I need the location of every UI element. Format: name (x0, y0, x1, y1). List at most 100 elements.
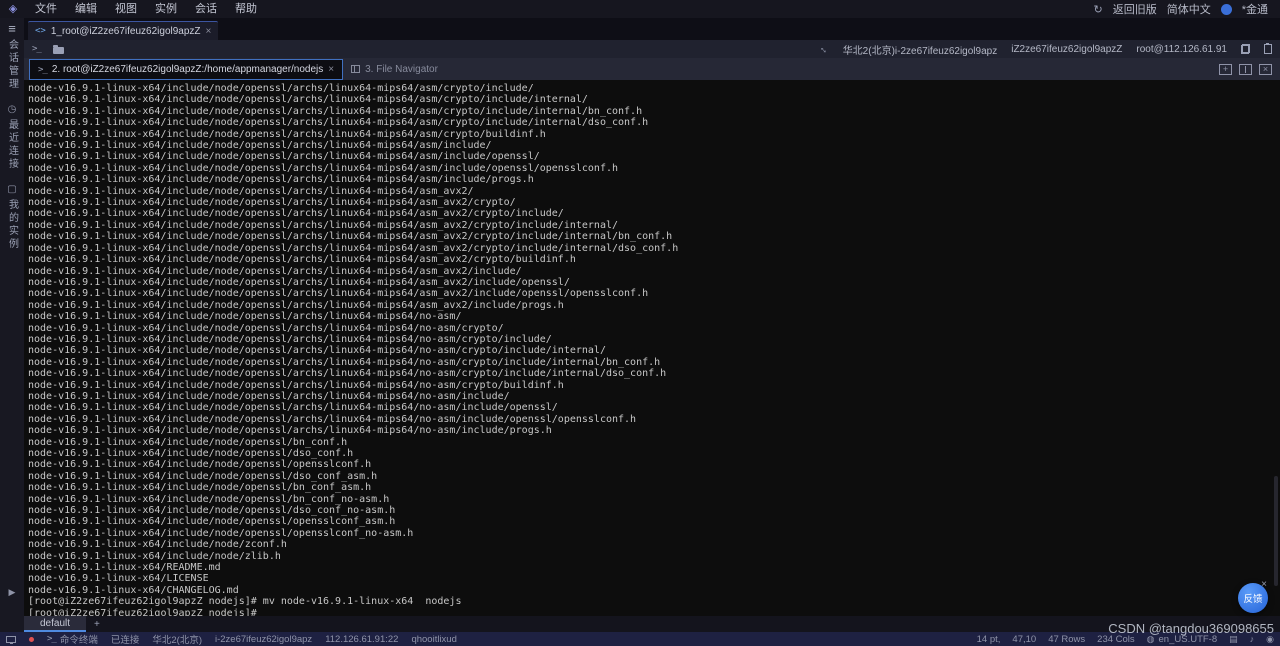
terminal-line: node-v16.9.1-linux-x64/include/node/open… (28, 185, 474, 197)
server-icon: ▢ (7, 184, 17, 195)
terminal-line: node-v16.9.1-linux-x64/include/node/open… (28, 128, 546, 140)
menu-bar: ◈ 文件 编辑 视图 实例 会话 帮助 ↻ 返回旧版 简体中文 *金通 (0, 0, 1280, 18)
terminal-line: node-v16.9.1-linux-x64/include/node/open… (28, 140, 492, 152)
session-tab-bar: <> 1_root@iZ2ze67ifeuz62igol9apzZ × (24, 18, 1280, 40)
new-tab-icon[interactable]: + (1219, 63, 1232, 75)
terminal-line: node-v16.9.1-linux-x64/include/node/open… (28, 345, 606, 357)
terminal-line: node-v16.9.1-linux-x64/include/node/open… (28, 299, 564, 311)
terminal-line: node-v16.9.1-linux-x64/README.md (28, 562, 221, 574)
terminal-line: node-v16.9.1-linux-x64/include/node/open… (28, 333, 552, 345)
terminal-line: node-v16.9.1-linux-x64/include/node/open… (28, 390, 510, 402)
watermark: CSDN @tangdou369098655 (1108, 621, 1274, 636)
record-indicator-icon (29, 636, 34, 642)
terminal-lines: node-v16.9.1-linux-x64/include/node/open… (28, 83, 1280, 616)
terminal-line: node-v16.9.1-linux-x64/include/node/zlib… (28, 550, 281, 562)
sidebar-item-label: 我的实例 (6, 199, 18, 251)
terminal-line: node-v16.9.1-linux-x64/include/node/open… (28, 311, 462, 323)
split-pane-icon[interactable] (1239, 63, 1252, 75)
app-window: ◈ 文件 编辑 视图 实例 会话 帮助 ↻ 返回旧版 简体中文 *金通 ≡ 会话管理 ◷ … (0, 0, 1280, 646)
terminal-line: node-v16.9.1-linux-x64/include/node/open… (28, 527, 414, 539)
refresh-icon[interactable]: ↻ (1094, 3, 1103, 16)
terminal-line: node-v16.9.1-linux-x64/include/node/open… (28, 265, 522, 277)
terminal-line: node-v16.9.1-linux-x64/include/node/open… (28, 197, 516, 209)
terminal-line: node-v16.9.1-linux-x64/include/node/open… (28, 448, 354, 459)
menu-bar-right: ↻ 返回旧版 简体中文 *金通 (1094, 1, 1280, 17)
terminal-line: node-v16.9.1-linux-x64/include/node/open… (28, 208, 564, 220)
account-name[interactable]: *金通 (1242, 1, 1268, 17)
shell-tab-default[interactable]: default (24, 616, 87, 632)
terminal-line: node-v16.9.1-linux-x64/include/node/open… (28, 83, 534, 94)
terminal-output[interactable]: node-v16.9.1-linux-x64/include/node/open… (24, 80, 1280, 616)
terminal-line: node-v16.9.1-linux-x64/include/node/open… (28, 276, 570, 288)
terminal-line: [root@iZ2ze67ifeuz62igol9apzZ nodejs]# (28, 607, 257, 616)
tabbar-actions: + × (1219, 58, 1280, 80)
fullscreen-icon[interactable]: ↔ (816, 42, 831, 57)
app-logo-icon[interactable]: ◈ (0, 0, 26, 18)
session-tab[interactable]: <> 1_root@iZ2ze67ifeuz62igol9apzZ × (28, 21, 219, 40)
copy-icon[interactable] (1241, 44, 1250, 54)
main-column: <> 1_root@iZ2ze67ifeuz62igol9apzZ × >_ ↔… (24, 18, 1280, 632)
connection-status: 已连接 (110, 635, 140, 646)
menu-item[interactable]: 实例 (146, 0, 186, 18)
monitor-icon[interactable] (6, 635, 16, 644)
close-pane-icon[interactable]: × (1259, 63, 1272, 75)
terminal-tab-3-file-navigator[interactable]: 3. File Navigator (343, 58, 446, 80)
menu-item[interactable]: 编辑 (66, 0, 106, 18)
terminal-line: node-v16.9.1-linux-x64/include/node/open… (28, 379, 564, 391)
close-session-tab-icon[interactable]: × (206, 26, 212, 37)
terminal-line: node-v16.9.1-linux-x64/include/node/open… (28, 516, 396, 528)
terminal-tab-2[interactable]: >_ 2. root@iZ2ze67ifeuz62igol9apzZ:/home… (29, 59, 344, 80)
account-avatar-icon[interactable] (1220, 3, 1232, 15)
menu-items: 文件 编辑 视图 实例 会话 帮助 (26, 0, 266, 18)
close-terminal-tab-icon[interactable]: × (328, 64, 334, 75)
terminal-line: node-v16.9.1-linux-x64/include/node/open… (28, 162, 619, 174)
terminal-icon: >_ (38, 64, 48, 75)
terminal-line: node-v16.9.1-linux-x64/include/node/open… (28, 94, 588, 106)
clock-icon: ◷ (7, 104, 17, 115)
terminal-line: node-v16.9.1-linux-x64/include/node/open… (28, 459, 372, 471)
terminal-scrollbar[interactable] (1274, 476, 1278, 586)
menu-item[interactable]: 帮助 (226, 0, 266, 18)
sidebar-item-label: 最近连接 (6, 119, 18, 171)
sidebar-item-session-management[interactable]: ≡ 会话管理 (5, 22, 20, 91)
terminal-line: node-v16.9.1-linux-x64/include/node/open… (28, 470, 378, 482)
language-selector[interactable]: 简体中文 (1167, 1, 1211, 17)
add-shell-tab-icon[interactable]: + (86, 616, 108, 632)
clipboard-icon[interactable] (1264, 43, 1272, 54)
status-rows: 47 Rows (1048, 633, 1086, 645)
terminal-line: node-v16.9.1-linux-x64/include/node/open… (28, 288, 649, 300)
code-brackets-icon: <> (35, 26, 46, 36)
status-instance-id: i-2ze67ifeuz62igol9apz (215, 633, 313, 645)
toolbar-right: ↔ 华北2(北京)i-2ze67ifeuz62igol9apz iZ2ze67i… (816, 42, 1272, 57)
terminal-line: node-v16.9.1-linux-x64/include/node/open… (28, 356, 661, 368)
region-instance-label: 华北2(北京)i-2ze67ifeuz62igol9apz (842, 45, 998, 57)
terminal-line: node-v16.9.1-linux-x64/include/node/open… (28, 413, 637, 425)
terminal-line: node-v16.9.1-linux-x64/include/node/open… (28, 105, 643, 117)
status-font-size[interactable]: 14 pt, (977, 634, 1001, 645)
menu-item[interactable]: 文件 (26, 0, 66, 18)
session-tab-label: 1_root@iZ2ze67ifeuz62igol9apzZ (50, 25, 201, 37)
user-host-label: root@112.126.61.91 (1136, 43, 1227, 55)
terminal-line: node-v16.9.1-linux-x64/include/node/open… (28, 493, 390, 505)
terminal-line: node-v16.9.1-linux-x64/include/node/open… (28, 242, 679, 254)
menu-item[interactable]: 视图 (106, 0, 146, 18)
terminal-line: node-v16.9.1-linux-x64/include/node/open… (28, 174, 534, 186)
terminal-tab-label: 2. root@iZ2ze67ifeuz62igol9apzZ:/home/ap… (51, 64, 324, 75)
feedback-button[interactable]: 反馈 (1238, 583, 1268, 613)
terminal-line: node-v16.9.1-linux-x64/include/node/zcon… (28, 539, 287, 551)
file-manager-icon[interactable] (52, 44, 64, 54)
quick-launch-icon[interactable]: ▶ (9, 587, 16, 598)
sidebar-item-recent-connections[interactable]: ◷ 最近连接 (5, 104, 20, 171)
terminal-line: node-v16.9.1-linux-x64/include/node/open… (28, 254, 576, 266)
menu-item[interactable]: 会话 (186, 0, 226, 18)
terminal-line: node-v16.9.1-linux-x64/include/node/open… (28, 151, 540, 163)
back-to-old-version-link[interactable]: 返回旧版 (1113, 1, 1157, 17)
terminal-line: node-v16.9.1-linux-x64/include/node/open… (28, 368, 667, 380)
terminal-line: [root@iZ2ze67ifeuz62igol9apzZ nodejs]# m… (28, 596, 462, 608)
terminal-line: node-v16.9.1-linux-x64/include/node/open… (28, 402, 558, 414)
sidebar-item-label: 会话管理 (6, 39, 18, 91)
terminal-line: node-v16.9.1-linux-x64/include/node/open… (28, 231, 673, 243)
sidebar-item-my-instances[interactable]: ▢ 我的实例 (5, 184, 20, 251)
new-terminal-icon[interactable]: >_ (32, 44, 42, 54)
status-bar: >_ 命令终端 已连接 华北2(北京) i-2ze67ifeuz62igol9a… (0, 632, 1280, 646)
